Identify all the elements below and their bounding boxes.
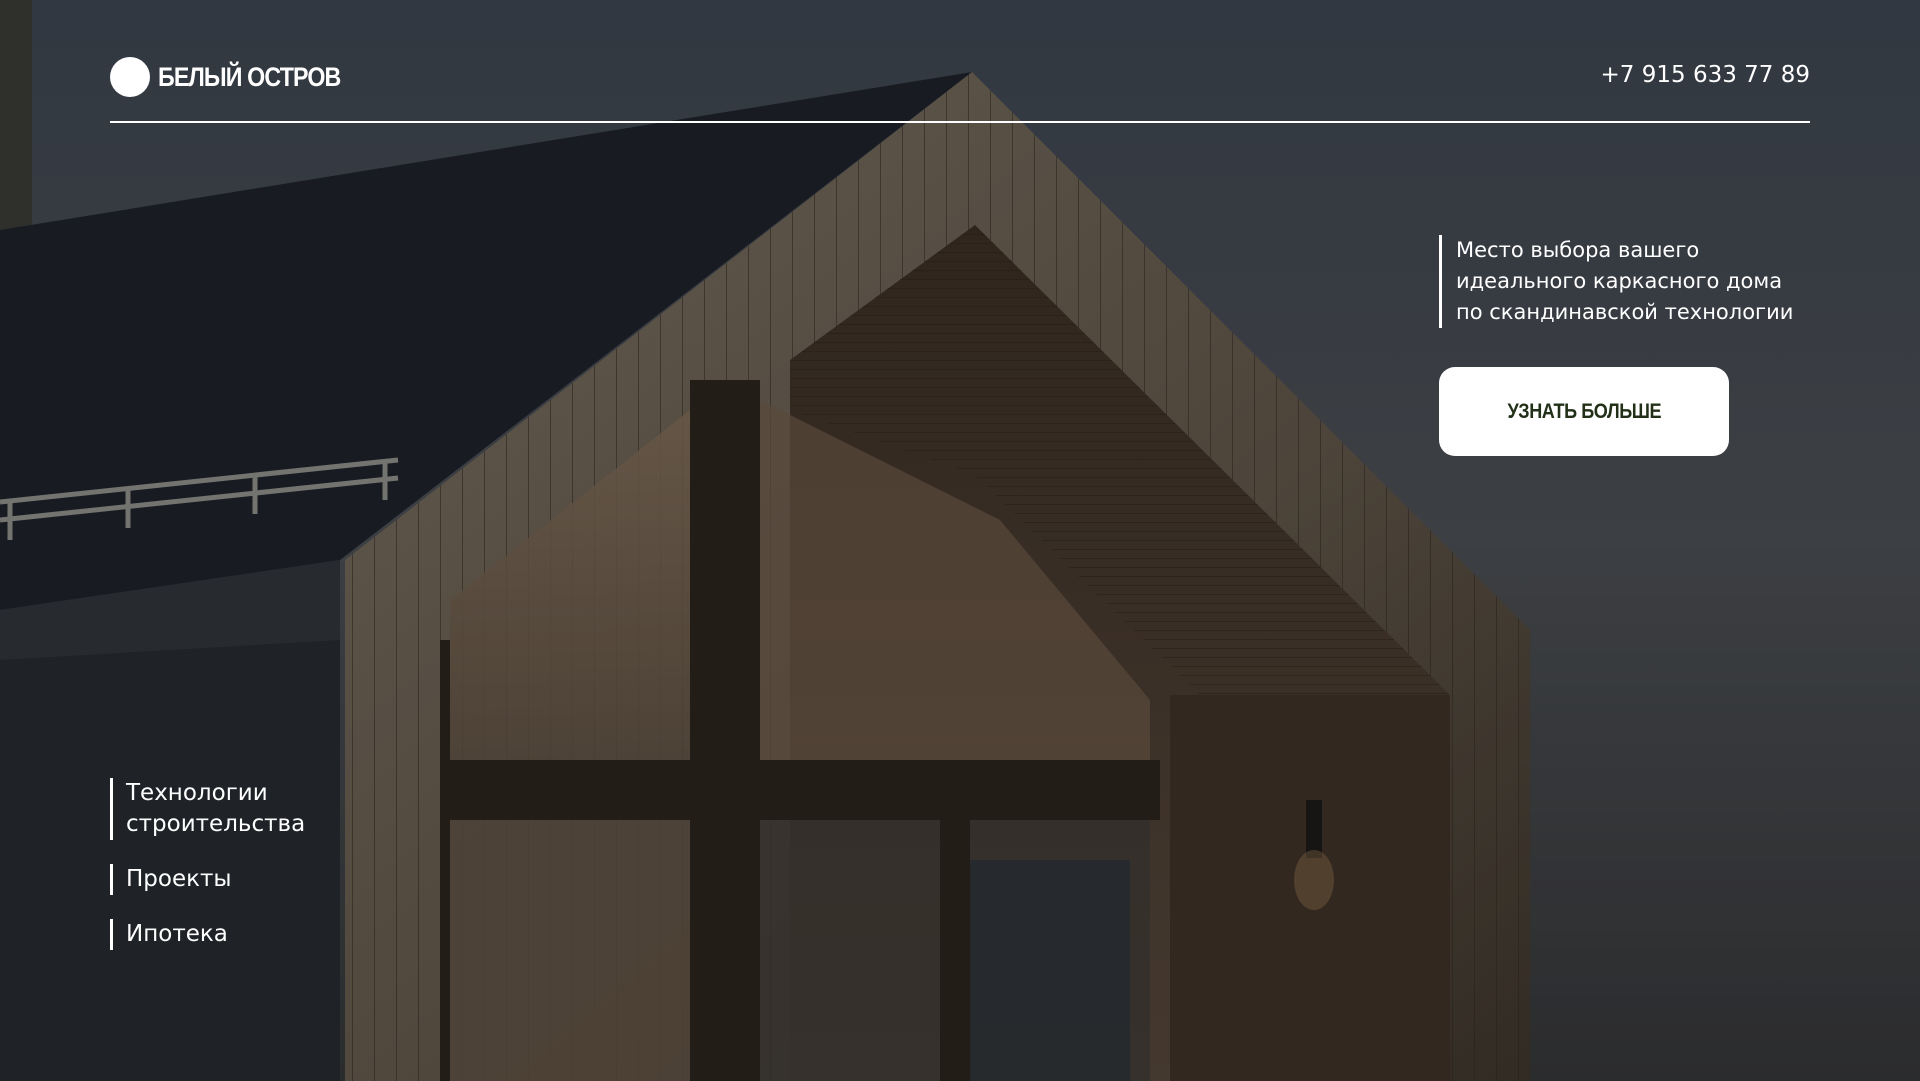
hero-section: БЕЛЫЙ ОСТРОВ +7 915 633 77 89 Место выбо… xyxy=(0,0,1920,1081)
nav-item-label: Проекты xyxy=(126,866,232,892)
tagline-line: идеального каркасного дома xyxy=(1456,269,1783,293)
nav-item-projects[interactable]: Проекты xyxy=(110,864,305,895)
learn-more-label: УЗНАТЬ БОЛЬШЕ xyxy=(1507,399,1661,423)
logo-text: БЕЛЫЙ ОСТРОВ xyxy=(158,61,341,92)
header-divider xyxy=(110,121,1810,123)
tagline: Место выбора вашего идеального каркасног… xyxy=(1439,235,1836,328)
logo-circle-icon xyxy=(110,57,150,97)
logo[interactable]: БЕЛЫЙ ОСТРОВ xyxy=(110,56,370,98)
nav-item-label: строительства xyxy=(126,811,306,837)
phone-link[interactable]: +7 915 633 77 89 xyxy=(1601,62,1810,88)
learn-more-button[interactable]: УЗНАТЬ БОЛЬШЕ xyxy=(1439,367,1729,456)
nav-item-label: Ипотека xyxy=(126,921,228,947)
nav-item-technologies[interactable]: Технологии строительства xyxy=(110,778,305,840)
tagline-line: по скандинавской технологии xyxy=(1456,300,1794,324)
nav-item-mortgage[interactable]: Ипотека xyxy=(110,919,305,950)
tagline-line: Место выбора вашего xyxy=(1456,238,1700,262)
nav-item-label: Технологии xyxy=(126,780,268,806)
side-nav: Технологии строительства Проекты Ипотека xyxy=(110,778,305,950)
